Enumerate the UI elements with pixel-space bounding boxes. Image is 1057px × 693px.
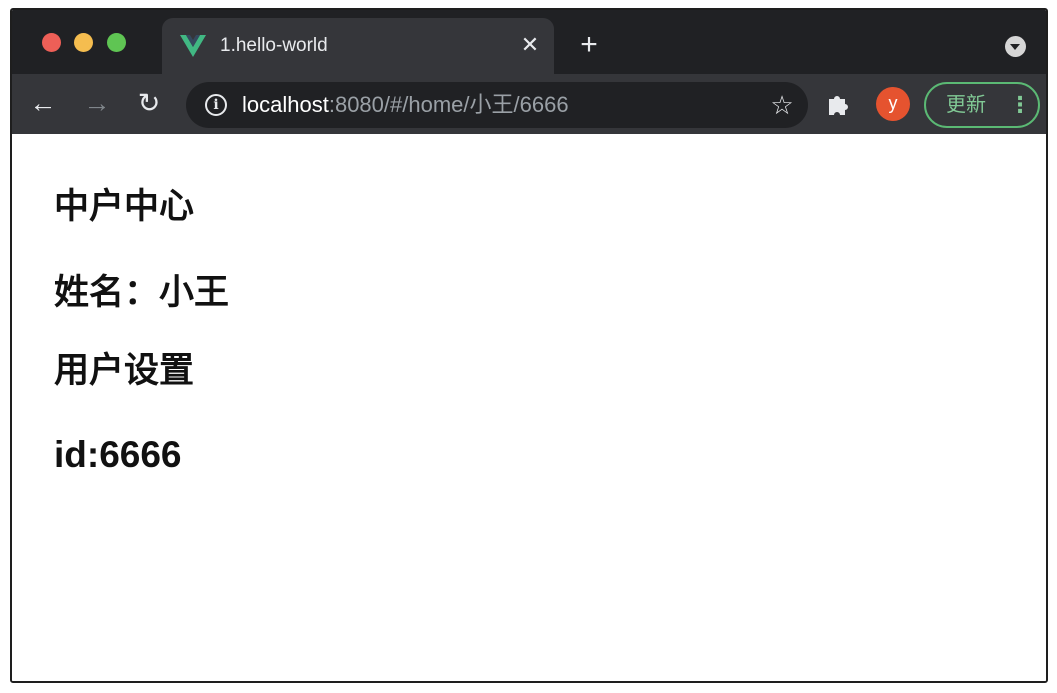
- bookmark-star-icon[interactable]: ☆: [768, 91, 796, 119]
- close-icon[interactable]: ✕: [516, 31, 544, 59]
- reload-button[interactable]: ↻: [132, 86, 166, 120]
- tab-title: 1.hello-world: [220, 35, 328, 56]
- tab-hello-world[interactable]: 1.hello-world ✕: [162, 18, 554, 74]
- browser-window: 1.hello-world ✕ + ← → ↻ i localhost:8080…: [10, 8, 1048, 683]
- vue-logo-icon: [180, 34, 206, 58]
- back-button[interactable]: ←: [26, 86, 60, 120]
- update-button[interactable]: 更新 ⋮: [924, 82, 1040, 128]
- window-zoom-button[interactable]: [107, 33, 126, 52]
- puzzle-piece-icon[interactable]: [824, 89, 854, 119]
- profile-avatar[interactable]: y: [876, 87, 910, 121]
- address-bar[interactable]: i localhost:8080/#/home/小王/6666 ☆: [186, 82, 808, 128]
- url-path: :8080/#/home/小王/6666: [328, 92, 569, 117]
- forward-button[interactable]: →: [80, 86, 114, 120]
- browser-toolbar: ← → ↻ i localhost:8080/#/home/小王/6666 ☆ …: [12, 74, 1046, 134]
- url-text[interactable]: localhost:8080/#/home/小王/6666: [242, 93, 569, 117]
- new-tab-button[interactable]: +: [572, 30, 606, 64]
- page-content: 中户中心 姓名：小王 用户设置 id:6666: [12, 134, 1046, 681]
- user-settings-heading: 用户设置: [54, 351, 195, 391]
- user-id-line: id:6666: [54, 434, 182, 475]
- url-host: localhost: [242, 92, 329, 117]
- user-name-line: 姓名：小王: [54, 273, 230, 313]
- tab-strip: 1.hello-world ✕ +: [12, 10, 1046, 74]
- update-label: 更新: [946, 94, 986, 116]
- chevron-down-icon[interactable]: [1005, 36, 1026, 57]
- info-icon[interactable]: i: [205, 94, 227, 116]
- user-center-heading: 中户中心: [54, 187, 195, 227]
- window-minimize-button[interactable]: [74, 33, 93, 52]
- more-vertical-icon: ⋮: [1009, 92, 1031, 117]
- window-close-button[interactable]: [42, 33, 61, 52]
